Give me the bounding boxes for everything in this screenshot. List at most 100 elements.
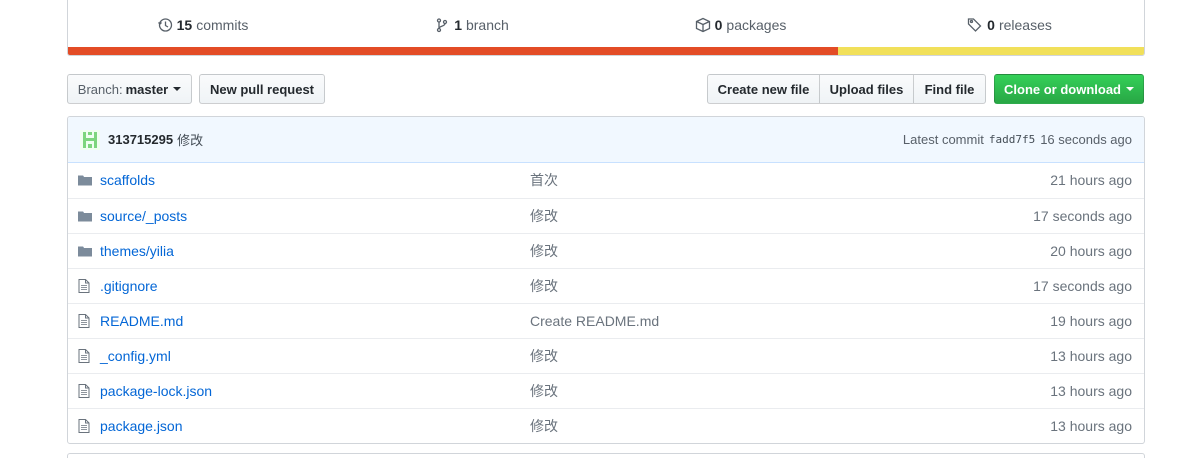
file-navigation: 313715295 修改 Latest commit fadd7f5 16 se… <box>67 116 1145 444</box>
commits-label: commits <box>196 16 249 33</box>
file-age: 13 hours ago <box>1050 382 1132 399</box>
table-row: package-lock.json 修改 13 hours ago <box>68 373 1144 408</box>
branches-link[interactable]: 1 branch <box>337 17 606 33</box>
folder-icon <box>68 233 100 268</box>
new-pull-request-button[interactable]: New pull request <box>199 74 325 104</box>
file-link[interactable]: _config.yml <box>100 348 171 364</box>
latest-commit-info: Latest commit fadd7f5 16 seconds ago <box>903 132 1132 147</box>
commit-message-cell: 首次 <box>530 163 860 198</box>
commit-message-cell: 修改 <box>530 198 860 233</box>
commit-message-cell: 修改 <box>530 233 860 268</box>
file-link[interactable]: scaffolds <box>100 172 155 188</box>
chevron-down-icon <box>1126 87 1134 91</box>
history-icon <box>157 17 172 32</box>
table-row: themes/yilia 修改 20 hours ago <box>68 233 1144 268</box>
branch-name: master <box>125 81 169 97</box>
packages-link[interactable]: 0 packages <box>606 17 875 33</box>
commits-count: 15 <box>176 16 193 33</box>
file-name-cell: source/_posts <box>100 198 530 233</box>
commit-author[interactable]: 313715295 <box>108 132 173 147</box>
branch-select-button[interactable]: Branch: master <box>67 74 192 104</box>
file-commit-message[interactable]: 修改 <box>530 208 558 224</box>
commit-message[interactable]: 修改 <box>177 130 203 149</box>
commit-tease: 313715295 修改 Latest commit fadd7f5 16 se… <box>68 117 1144 163</box>
file-age: 21 hours ago <box>1050 172 1132 189</box>
file-icon <box>68 338 100 373</box>
commit-message-cell: 修改 <box>530 373 860 408</box>
releases-link[interactable]: 0 releases <box>875 17 1144 33</box>
file-commit-message[interactable]: 修改 <box>530 278 558 294</box>
commit-sha[interactable]: fadd7f5 <box>989 133 1035 146</box>
new-pull-request-label: New pull request <box>209 81 315 97</box>
create-new-file-button[interactable]: Create new file <box>707 74 820 104</box>
language-bar-segment[interactable] <box>838 47 1144 55</box>
file-age: 17 seconds ago <box>1033 207 1132 224</box>
upload-files-button[interactable]: Upload files <box>819 74 914 104</box>
commit-message-cell: 修改 <box>530 338 860 373</box>
table-row: source/_posts 修改 17 seconds ago <box>68 198 1144 233</box>
folder-icon <box>68 163 100 198</box>
tag-icon <box>967 17 982 32</box>
releases-label: releases <box>998 16 1052 33</box>
packages-count: 0 <box>714 16 723 33</box>
file-link[interactable]: .gitignore <box>100 278 158 294</box>
age-cell: 13 hours ago <box>860 373 1144 408</box>
commit-message-cell: 修改 <box>530 408 860 443</box>
file-commit-message[interactable]: 修改 <box>530 418 558 434</box>
table-row: README.md Create README.md 19 hours ago <box>68 303 1144 338</box>
file-link[interactable]: package-lock.json <box>100 383 212 399</box>
file-icon <box>68 303 100 338</box>
packages-label: packages <box>726 16 787 33</box>
git-branch-icon <box>437 17 448 32</box>
chevron-down-icon <box>173 87 182 91</box>
file-icon <box>68 408 100 443</box>
file-age: 19 hours ago <box>1050 312 1132 329</box>
table-row: scaffolds 首次 21 hours ago <box>68 163 1144 198</box>
file-name-cell: themes/yilia <box>100 233 530 268</box>
age-cell: 17 seconds ago <box>860 268 1144 303</box>
file-icon <box>68 268 100 303</box>
file-link[interactable]: README.md <box>100 313 183 329</box>
file-commit-message[interactable]: Create README.md <box>530 313 659 329</box>
language-bar[interactable] <box>68 47 1144 55</box>
age-cell: 20 hours ago <box>860 233 1144 268</box>
file-age: 17 seconds ago <box>1033 277 1132 294</box>
file-name-cell: package.json <box>100 408 530 443</box>
age-cell: 13 hours ago <box>860 408 1144 443</box>
branch-prefix: Branch: <box>77 81 123 97</box>
folder-icon <box>68 198 100 233</box>
file-commit-message[interactable]: 修改 <box>530 348 558 364</box>
file-commit-message[interactable]: 修改 <box>530 243 558 259</box>
clone-or-download-button[interactable]: Clone or download <box>994 74 1144 104</box>
upload-files-label: Upload files <box>829 81 904 97</box>
find-file-label: Find file <box>924 81 975 97</box>
file-name-cell: README.md <box>100 303 530 338</box>
table-row: package.json 修改 13 hours ago <box>68 408 1144 443</box>
file-commit-message[interactable]: 首次 <box>530 172 558 188</box>
table-row: .gitignore 修改 17 seconds ago <box>68 268 1144 303</box>
file-icon <box>68 373 100 408</box>
commit-age: 16 seconds ago <box>1040 132 1132 147</box>
file-name-cell: package-lock.json <box>100 373 530 408</box>
commit-message-cell: Create README.md <box>530 303 860 338</box>
file-age: 20 hours ago <box>1050 242 1132 259</box>
file-link[interactable]: package.json <box>100 418 183 434</box>
language-bar-segment[interactable] <box>68 47 839 55</box>
file-link[interactable]: source/_posts <box>100 208 187 224</box>
find-file-button[interactable]: Find file <box>913 74 986 104</box>
age-cell: 21 hours ago <box>860 163 1144 198</box>
file-commit-message[interactable]: 修改 <box>530 383 558 399</box>
latest-commit-label: Latest commit <box>902 132 984 147</box>
commits-link[interactable]: 15 commits <box>68 17 337 33</box>
readme-box <box>67 453 1145 458</box>
clone-or-download-label: Clone or download <box>1004 81 1121 97</box>
file-age: 13 hours ago <box>1050 347 1132 364</box>
avatar[interactable] <box>80 129 100 150</box>
file-link[interactable]: themes/yilia <box>100 243 174 259</box>
file-name-cell: _config.yml <box>100 338 530 373</box>
file-actions-group: Create new file Upload files Find file <box>707 74 986 104</box>
table-row: _config.yml 修改 13 hours ago <box>68 338 1144 373</box>
numbers-summary: 15 commits 1 branch 0 packages 0 release… <box>67 0 1145 56</box>
files-table: scaffolds 首次 21 hours ago source/_posts 修改 17… <box>68 163 1144 443</box>
age-cell: 13 hours ago <box>860 338 1144 373</box>
